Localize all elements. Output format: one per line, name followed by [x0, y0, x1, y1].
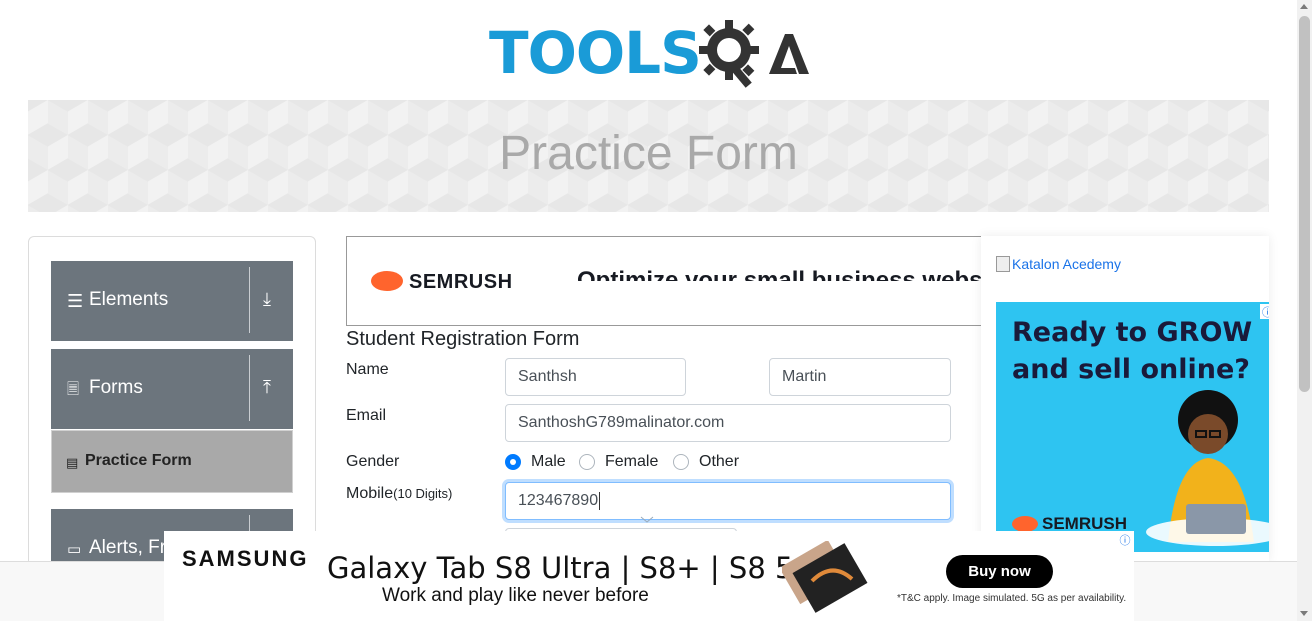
- sidebar-item-practice-form[interactable]: ▤ Practice Form: [51, 430, 293, 493]
- form-icon: ▤: [66, 455, 79, 470]
- broken-image-icon: [996, 256, 1010, 272]
- radio-label: Male: [531, 453, 566, 470]
- ad-brand: SEMRUSH: [409, 271, 513, 293]
- semrush-flame-icon: [371, 271, 403, 291]
- ad-headline: Galaxy Tab S8 Ultra | S8+ | S8 5G: [327, 551, 816, 585]
- gender-radio-male[interactable]: Male: [505, 453, 566, 471]
- samsung-banner-ad[interactable]: SAMSUNG Galaxy Tab S8 Ultra | S8+ | S8 5…: [164, 531, 1134, 621]
- katalon-academy-image[interactable]: Katalon Acedemy: [996, 256, 1121, 272]
- group-header[interactable]: 🗏 Forms ⤒: [51, 349, 293, 429]
- ad-headline: Ready to GROW and sell online?: [1012, 314, 1252, 388]
- radio-label: Other: [699, 453, 740, 470]
- email-label: Email: [346, 407, 387, 424]
- ad-controls: ⓘ ✕: [1260, 304, 1269, 319]
- gender-label: Gender: [346, 453, 400, 470]
- gender-radio-female[interactable]: Female: [579, 453, 658, 471]
- divider: [249, 355, 250, 421]
- right-ad-column: Katalon Acedemy Ready to GROW and sell o…: [981, 236, 1269, 561]
- radio-button[interactable]: [673, 454, 689, 470]
- mobile-input[interactable]: 123467890: [505, 482, 951, 520]
- window-icon: ▭: [67, 541, 82, 558]
- scrollbar-thumb[interactable]: [1299, 16, 1310, 392]
- page-banner: Practice Form: [28, 100, 1269, 212]
- ad-disclaimer: *T&C apply. Image simulated. 5G as per a…: [897, 593, 1127, 604]
- radio-label: Female: [605, 453, 659, 470]
- radio-button[interactable]: [505, 454, 521, 470]
- form-title: Student Registration Form: [346, 328, 580, 350]
- semrush-grow-ad[interactable]: Ready to GROW and sell online? ⓘ ✕ SEMRU…: [996, 302, 1269, 552]
- first-name-input[interactable]: Santhsh: [505, 358, 686, 396]
- buy-now-button[interactable]: Buy now: [946, 555, 1053, 588]
- mobile-hint: (10 Digits): [393, 486, 453, 501]
- page: TOOLS QA Practice Form: [0, 0, 1312, 621]
- scroll-up-icon[interactable]: [1300, 4, 1308, 9]
- vertical-scrollbar[interactable]: [1297, 0, 1312, 621]
- tablet-image: [782, 541, 868, 613]
- ad-subline: Work and play like never before: [382, 585, 649, 606]
- text-caret: [599, 492, 601, 510]
- sidebar-group-elements[interactable]: ☰ Elements ⤓: [51, 261, 293, 341]
- email-input[interactable]: SanthoshG789malinator.com: [505, 404, 951, 442]
- document-icon: 🗏: [67, 381, 80, 398]
- page-title: Practice Form: [499, 127, 798, 180]
- last-name-input[interactable]: Martin: [769, 358, 951, 396]
- headline-line1: Ready to GROW: [1012, 317, 1253, 348]
- name-label: Name: [346, 361, 389, 378]
- mobile-value: 123467890: [518, 492, 599, 509]
- gear-icon: [698, 20, 759, 88]
- menu-icon: ☰: [67, 291, 84, 311]
- mobile-label: Mobile(10 Digits): [346, 485, 452, 503]
- toolsqa-logo[interactable]: TOOLS QA: [489, 16, 811, 90]
- scroll-down-icon[interactable]: [1300, 611, 1308, 616]
- mobile-label-text: Mobile: [346, 485, 394, 502]
- semrush-banner-ad[interactable]: SEMRUSH Optimize your small business web…: [346, 236, 982, 326]
- group-label: Elements: [89, 289, 169, 310]
- group-header[interactable]: ☰ Elements ⤓: [51, 261, 293, 341]
- info-icon[interactable]: ⓘ: [1118, 533, 1132, 547]
- sidebar-group-forms[interactable]: 🗏 Forms ⤒: [51, 349, 293, 429]
- chevron-down-icon: [640, 516, 654, 523]
- logo-tools-text: TOOLS: [489, 19, 702, 87]
- gender-radio-other[interactable]: Other: [673, 453, 739, 471]
- person-illustration: [1146, 390, 1269, 546]
- divider: [249, 267, 250, 333]
- group-label: Alerts, Fr: [89, 537, 167, 558]
- download-icon[interactable]: ⤓: [263, 289, 271, 310]
- katalon-alt-text: Katalon Acedemy: [1012, 256, 1121, 272]
- sidebar: ☰ Elements ⤓ 🗏 Forms ⤒ ▤ Practice Form ▭…: [28, 236, 316, 576]
- logo-a-letter: [768, 34, 809, 74]
- ad-text: Optimize your small business website: [577, 267, 982, 281]
- samsung-logo: SAMSUNG: [182, 546, 309, 571]
- upload-icon[interactable]: ⤒: [263, 377, 271, 398]
- radio-button[interactable]: [579, 454, 595, 470]
- semrush-flame-icon: [1012, 516, 1038, 532]
- info-icon[interactable]: ⓘ: [1260, 304, 1269, 319]
- sidebar-item-label: Practice Form: [85, 452, 192, 469]
- group-label: Forms: [89, 377, 143, 398]
